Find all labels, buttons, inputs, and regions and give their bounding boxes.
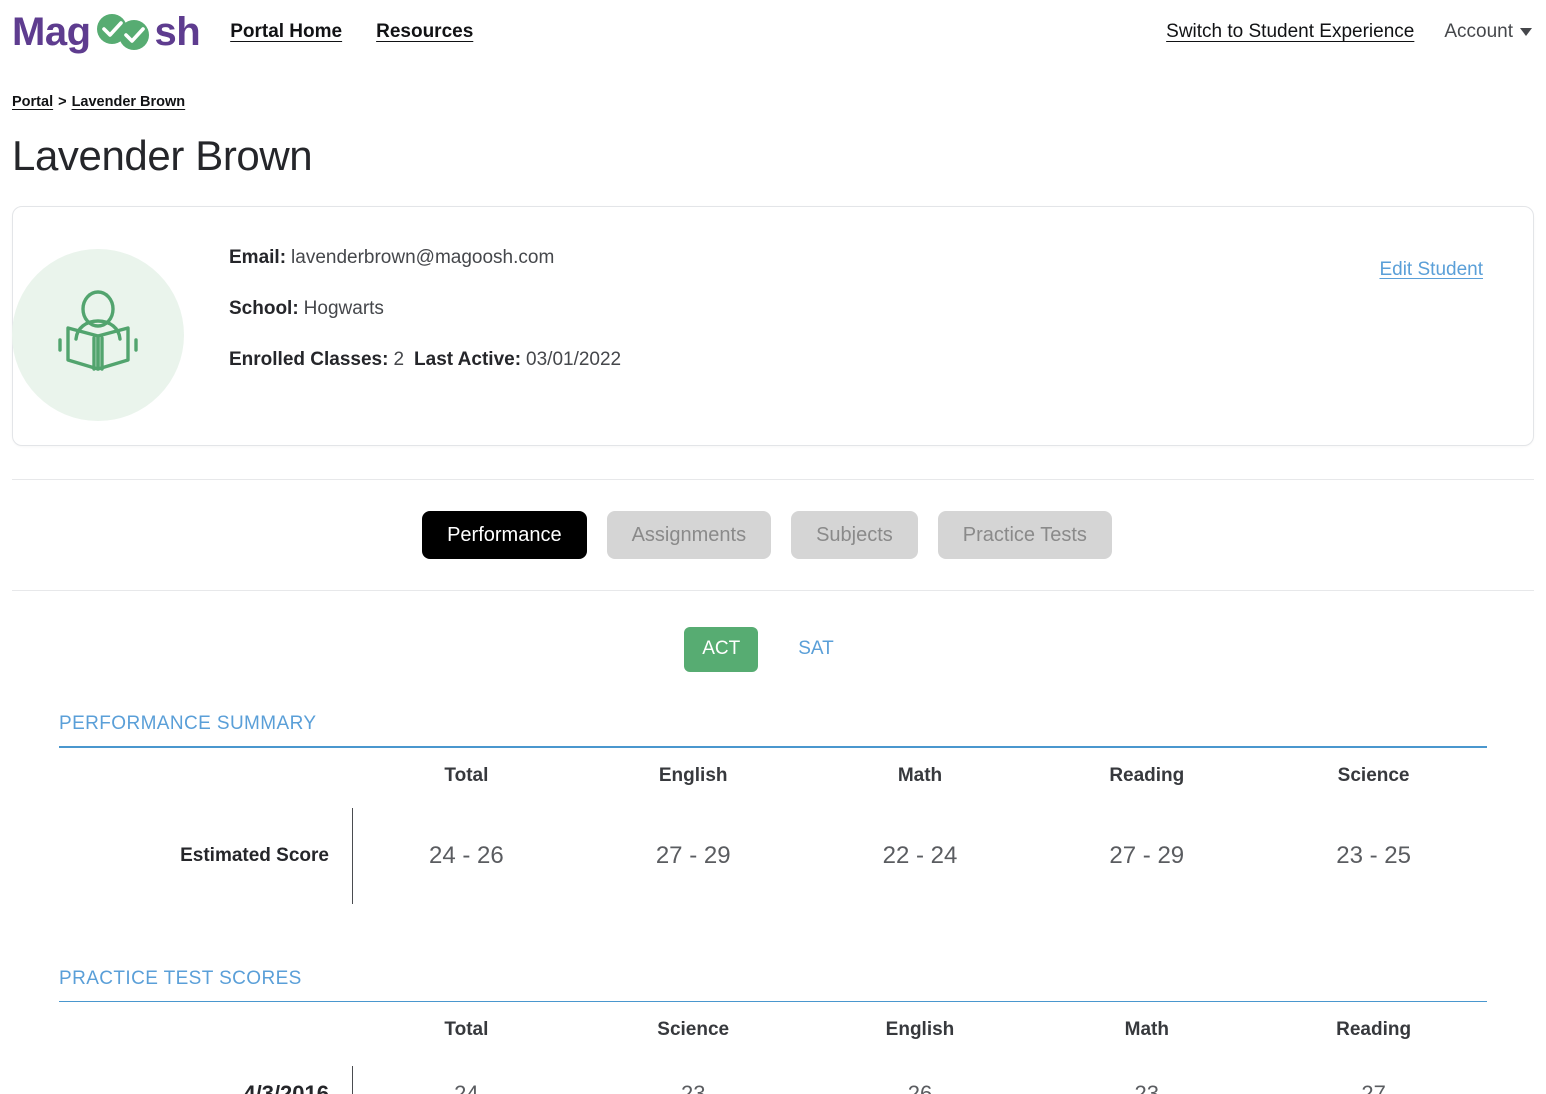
breadcrumb-item-current[interactable]: Lavender Brown — [72, 94, 186, 110]
student-email-row: Email: lavenderbrown@magoosh.com — [229, 247, 621, 269]
perf-row-label: Estimated Score — [59, 804, 353, 908]
tab-assignments[interactable]: Assignments — [606, 511, 772, 560]
account-menu-label: Account — [1444, 21, 1513, 42]
perf-col-total: Total — [444, 764, 489, 786]
table-header-row: Total English Math Reading Science — [59, 748, 1487, 804]
practice-test-scores-table: Total Science English Math Reading 4/3/2… — [59, 1002, 1487, 1094]
ptest-cell-science: 23 — [680, 1081, 706, 1094]
magoosh-logo[interactable]: Mag sh — [12, 10, 201, 54]
breadcrumb: Portal > Lavender Brown — [0, 64, 1546, 110]
breadcrumb-separator: > — [58, 94, 67, 110]
top-navigation-bar: Mag sh Portal Home Resources Switch to S… — [0, 0, 1546, 64]
student-school-label: School: — [229, 298, 299, 320]
student-info-details: Email: lavenderbrown@magoosh.com School: H… — [229, 207, 621, 371]
ptest-col-reading: Reading — [1336, 1019, 1412, 1041]
primary-nav-links: Portal Home Resources — [230, 21, 473, 43]
ptest-cell-total: 24 — [454, 1081, 479, 1094]
exam-toggle-act[interactable]: ACT — [684, 627, 759, 672]
perf-cell-science: 23 - 25 — [1336, 841, 1411, 869]
student-school-row: School: Hogwarts — [229, 298, 621, 320]
nav-link-portal-home[interactable]: Portal Home — [230, 21, 342, 43]
student-reading-icon — [46, 281, 150, 390]
enrolled-classes-label: Enrolled Classes: — [229, 349, 389, 371]
logo-text-suffix: sh — [154, 10, 201, 54]
perf-col-reading: Reading — [1109, 764, 1185, 786]
exam-toggle-sat[interactable]: SAT — [780, 627, 852, 672]
logo-text-prefix: Mag — [12, 10, 91, 54]
student-email-value: lavenderbrown@magoosh.com — [291, 247, 555, 269]
last-active-label: Last Active: — [414, 349, 522, 371]
account-menu[interactable]: Account — [1444, 21, 1532, 43]
tab-subjects[interactable]: Subjects — [791, 511, 918, 560]
perf-col-science: Science — [1337, 764, 1410, 786]
practice-test-scores-section: PRACTICE TEST SCORES Total Science Engli… — [59, 968, 1487, 1094]
student-enrollment-row: Enrolled Classes: 2 Last Active: 03/01/2022 — [229, 349, 621, 371]
performance-summary-section: PERFORMANCE SUMMARY Total English Math R… — [59, 713, 1487, 908]
perf-cell-math: 22 - 24 — [882, 841, 958, 869]
ptest-cell-english: 26 — [907, 1081, 933, 1094]
logo-check-marks-icon — [91, 12, 155, 52]
exam-type-toggle: ACT SAT — [0, 591, 1546, 672]
student-school-value: Hogwarts — [303, 298, 384, 320]
ptest-col-blank — [59, 1002, 353, 1058]
perf-cell-english: 27 - 29 — [655, 841, 731, 869]
perf-col-blank — [59, 748, 353, 804]
tab-practice-tests[interactable]: Practice Tests — [937, 511, 1112, 560]
ptest-cell-math: 23 — [1134, 1081, 1160, 1094]
ptest-cell-reading: 27 — [1361, 1081, 1386, 1094]
tab-performance[interactable]: Performance — [422, 511, 587, 560]
enrolled-classes-value: 2 — [393, 349, 405, 371]
ptest-col-total: Total — [444, 1019, 489, 1041]
ptest-col-math: Math — [1124, 1019, 1169, 1041]
nav-right-group: Switch to Student Experience Account — [1166, 21, 1532, 43]
tab-bar: Performance Assignments Subjects Practic… — [0, 480, 1546, 590]
ptest-col-english: English — [885, 1019, 955, 1041]
ptest-row-label: 4/3/2016 — [59, 1058, 353, 1094]
performance-summary-table: Total English Math Reading Science Estim… — [59, 748, 1487, 908]
page-title: Lavender Brown — [12, 132, 313, 179]
table-header-row: Total Science English Math Reading — [59, 1002, 1487, 1058]
table-row: 4/3/2016 24 23 26 23 27 — [59, 1058, 1487, 1094]
performance-summary-title: PERFORMANCE SUMMARY — [59, 712, 317, 734]
student-info-card: Email: lavenderbrown@magoosh.com School: H… — [12, 206, 1534, 447]
last-active-value: 03/01/2022 — [526, 349, 622, 371]
avatar-container — [12, 207, 187, 422]
edit-student-link[interactable]: Edit Student — [1379, 259, 1483, 281]
chevron-down-icon — [1520, 28, 1532, 36]
nav-link-resources[interactable]: Resources — [376, 21, 473, 43]
table-row: Estimated Score 24 - 26 27 - 29 22 - 24 … — [59, 804, 1487, 908]
ptest-col-science: Science — [657, 1019, 730, 1041]
breadcrumb-item-portal[interactable]: Portal — [12, 94, 53, 110]
perf-col-math: Math — [897, 764, 943, 786]
perf-col-english: English — [658, 764, 728, 786]
switch-to-student-experience-link[interactable]: Switch to Student Experience — [1166, 21, 1414, 43]
practice-test-scores-title: PRACTICE TEST SCORES — [59, 967, 302, 989]
perf-cell-reading: 27 - 29 — [1109, 841, 1185, 869]
student-email-label: Email: — [229, 247, 287, 269]
perf-cell-total: 24 - 26 — [429, 841, 504, 869]
avatar — [12, 249, 184, 422]
